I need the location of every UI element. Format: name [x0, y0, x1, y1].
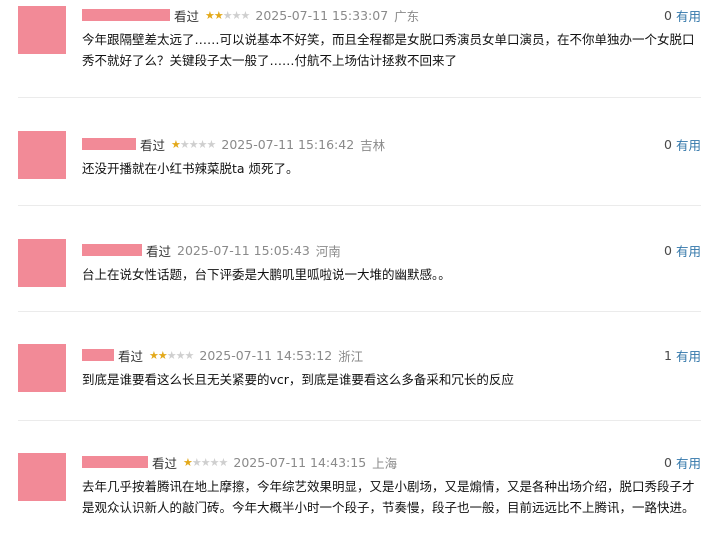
- review-time: 2025-07-11 15:16:42: [221, 136, 355, 152]
- useful-count: 0: [664, 7, 672, 23]
- review-item: 看过 ★ ★ ★ ★ ★ 2025-07-11 15:33:07 广东 0 有用 今年跟…: [0, 4, 719, 96]
- star-empty-icon: ★: [200, 455, 211, 469]
- star-empty-icon: ★: [218, 455, 229, 469]
- watched-tag: 看过: [118, 348, 144, 364]
- review-location: 浙江: [338, 348, 364, 364]
- username-redacted[interactable]: [82, 138, 136, 150]
- divider: [18, 420, 701, 421]
- star-filled-icon: ★: [183, 455, 193, 469]
- review-meta: 看过 ★ ★ ★ ★ ★ 2025-07-11 14:43:15 上海: [82, 451, 403, 473]
- review-time: 2025-07-11 14:53:12: [199, 347, 333, 363]
- review-content: 还没开播就在小红书辣菜脱ta 烦死了。: [82, 161, 299, 176]
- useful-vote: 0 有用: [664, 133, 701, 155]
- review-location: 广东: [394, 8, 420, 24]
- divider: [18, 205, 701, 206]
- useful-button[interactable]: 有用: [676, 241, 701, 260]
- useful-button[interactable]: 有用: [676, 135, 701, 154]
- star-empty-icon: ★: [240, 8, 251, 22]
- star-empty-icon: ★: [222, 8, 233, 22]
- review-content: 到底是谁要看这么长且无关紧要的vcr，到底是谁要看这么多备采和冗长的反应: [82, 372, 514, 387]
- review-content: 去年几乎按着腾讯在地上摩擦，今年综艺效果明显，又是小剧场，又是煽情，又是各种出场…: [82, 479, 695, 515]
- watched-tag: 看过: [174, 8, 200, 24]
- review-content: 台上在说女性话题，台下评委是大鹏叽里呱啦说一大堆的幽默感。。: [82, 267, 451, 282]
- rating-stars: ★ ★ ★ ★ ★: [205, 8, 251, 22]
- star-empty-icon: ★: [184, 348, 195, 362]
- divider: [18, 311, 701, 312]
- review-time: 2025-07-11 15:33:07: [255, 7, 389, 23]
- username-redacted[interactable]: [82, 349, 114, 361]
- star-empty-icon: ★: [191, 455, 202, 469]
- avatar[interactable]: [18, 344, 66, 392]
- rating-stars: ★ ★ ★ ★ ★: [171, 137, 217, 151]
- rating-stars: ★ ★ ★ ★ ★: [183, 455, 229, 469]
- useful-vote: 0 有用: [664, 4, 701, 26]
- avatar[interactable]: [18, 453, 66, 501]
- useful-button[interactable]: 有用: [676, 6, 701, 25]
- review-meta: 看过 ★ ★ ★ ★ ★ 2025-07-11 15:16:42 吉林: [82, 133, 391, 155]
- useful-vote: 1 有用: [664, 344, 701, 366]
- useful-button[interactable]: 有用: [676, 346, 701, 365]
- username-redacted[interactable]: [82, 9, 170, 21]
- useful-count: 0: [664, 136, 672, 152]
- star-empty-icon: ★: [188, 137, 199, 151]
- useful-count: 0: [664, 454, 672, 470]
- star-empty-icon: ★: [166, 348, 177, 362]
- star-empty-icon: ★: [231, 8, 242, 22]
- watched-tag: 看过: [146, 243, 172, 259]
- review-meta: 看过 2025-07-11 15:05:43 河南: [82, 239, 347, 261]
- avatar[interactable]: [18, 131, 66, 179]
- avatar[interactable]: [18, 239, 66, 287]
- star-empty-icon: ★: [206, 137, 217, 151]
- watched-tag: 看过: [140, 137, 166, 153]
- review-item: 看过 ★ ★ ★ ★ ★ 2025-07-11 15:16:42 吉林 0 有用 还没开…: [0, 131, 719, 193]
- star-filled-icon: ★: [157, 348, 168, 362]
- star-filled-icon: ★: [171, 137, 181, 151]
- star-filled-icon: ★: [205, 8, 215, 22]
- divider: [18, 97, 701, 98]
- star-empty-icon: ★: [209, 455, 220, 469]
- watched-tag: 看过: [152, 455, 178, 471]
- useful-count: 1: [664, 347, 672, 363]
- review-meta: 看过 ★ ★ ★ ★ ★ 2025-07-11 14:53:12 浙江: [82, 344, 369, 366]
- review-location: 吉林: [360, 137, 386, 153]
- star-empty-icon: ★: [175, 348, 186, 362]
- avatar[interactable]: [18, 6, 66, 54]
- review-time: 2025-07-11 15:05:43: [177, 242, 310, 258]
- review-meta: 看过 ★ ★ ★ ★ ★ 2025-07-11 15:33:07 广东: [82, 4, 425, 26]
- review-item: 看过 ★ ★ ★ ★ ★ 2025-07-11 14:43:15 上海 0 有用 去年几…: [0, 451, 719, 535]
- review-item: 看过 2025-07-11 15:05:43 河南 0 有用 台上在说女性话题，…: [0, 239, 719, 299]
- useful-button[interactable]: 有用: [676, 453, 701, 472]
- review-location: 河南: [315, 243, 341, 259]
- review-item: 看过 ★ ★ ★ ★ ★ 2025-07-11 14:53:12 浙江 1 有用 到底是…: [0, 344, 719, 404]
- review-location: 上海: [372, 455, 398, 471]
- star-filled-icon: ★: [149, 348, 159, 362]
- review-content: 今年跟隔壁差太远了……可以说基本不好笑，而且全程都是女脱口秀演员女单口演员，在不…: [82, 32, 695, 68]
- useful-vote: 0 有用: [664, 239, 701, 261]
- useful-count: 0: [664, 242, 672, 258]
- username-redacted[interactable]: [82, 244, 142, 256]
- star-empty-icon: ★: [197, 137, 208, 151]
- username-redacted[interactable]: [82, 456, 148, 468]
- useful-vote: 0 有用: [664, 451, 701, 473]
- star-filled-icon: ★: [213, 8, 224, 22]
- star-empty-icon: ★: [179, 137, 190, 151]
- rating-stars: ★ ★ ★ ★ ★: [149, 348, 195, 362]
- review-time: 2025-07-11 14:43:15: [233, 454, 367, 470]
